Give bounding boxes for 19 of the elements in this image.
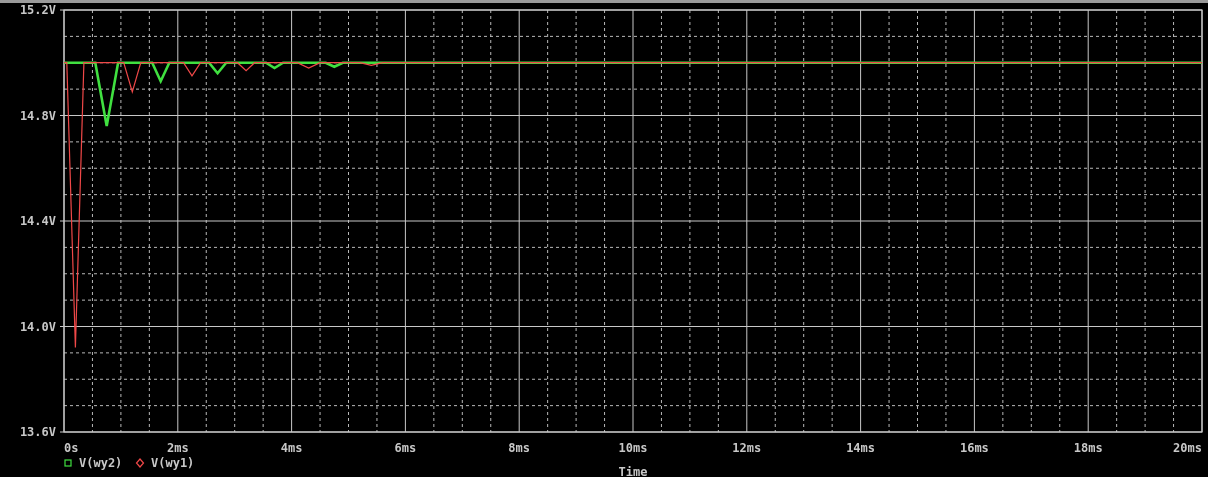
y-tick-label: 15.2V (19, 3, 56, 17)
y-tick-label: 14.8V (19, 108, 56, 123)
y-tick-label: 14.0V (19, 319, 56, 334)
x-tick-label: 10ms (618, 441, 648, 455)
legend-label: V(wy1) (151, 456, 195, 470)
x-axis-label: Time (618, 465, 648, 477)
x-tick-label: 2ms (166, 441, 189, 455)
x-tick-label: 8ms (508, 441, 531, 455)
x-tick-label: 14ms (846, 441, 876, 455)
y-tick-label: 13.6V (19, 425, 56, 439)
x-tick-label: 6ms (394, 441, 417, 455)
legend-label: V(wy2) (79, 456, 123, 470)
x-tick-label: 16ms (959, 441, 989, 455)
x-tick-label: 20ms (1173, 441, 1202, 455)
x-tick-label: 18ms (1073, 441, 1103, 455)
y-tick-label: 14.4V (19, 214, 56, 228)
x-tick-label: 4ms (280, 441, 303, 455)
x-tick-label: 12ms (732, 441, 762, 455)
x-tick-label: 0s (64, 441, 79, 455)
